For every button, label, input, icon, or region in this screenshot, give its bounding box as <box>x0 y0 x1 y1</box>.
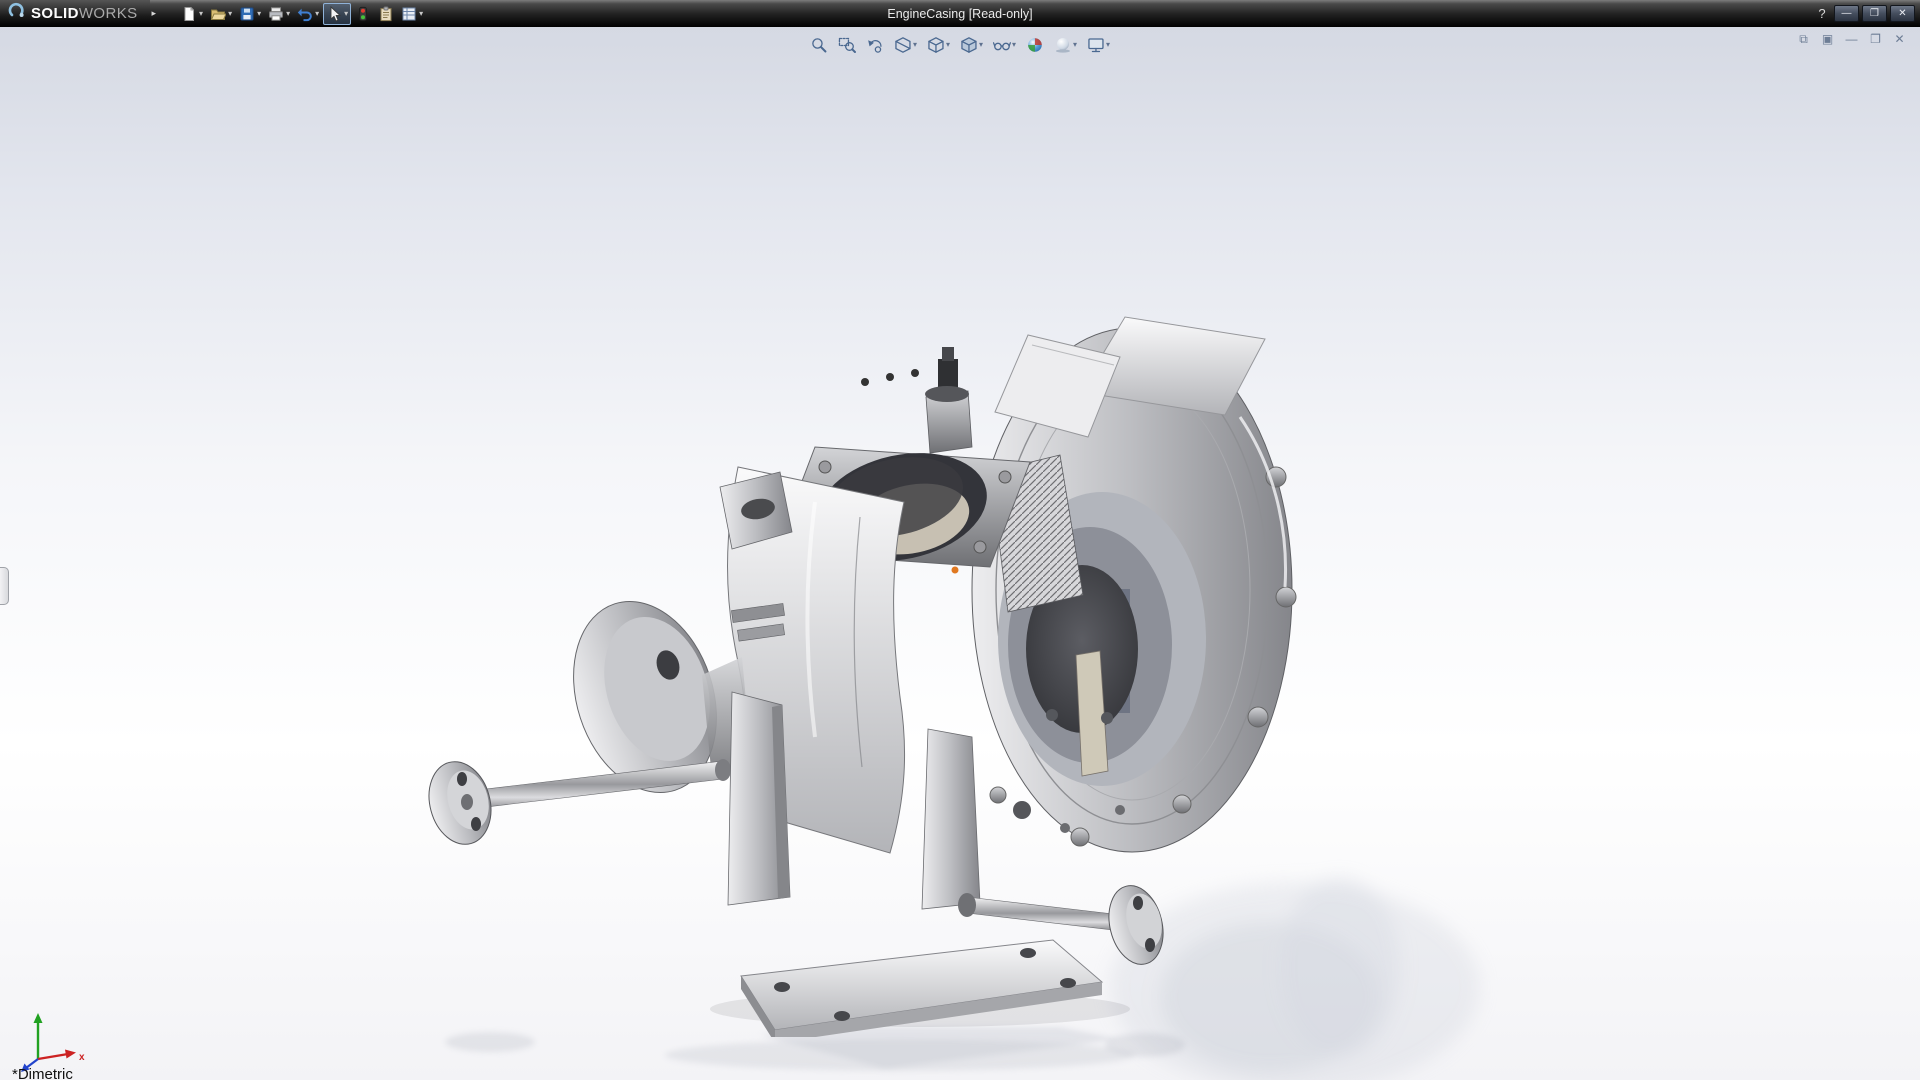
zoom-to-fit-icon <box>810 36 828 54</box>
view-orientation-button[interactable]: ▾ <box>924 34 953 56</box>
view-orientation-cube-icon <box>927 36 945 54</box>
edit-appearance-button[interactable] <box>1023 34 1047 56</box>
previous-view-icon <box>866 36 884 54</box>
open-document-button[interactable]: ▾ <box>207 3 235 25</box>
print-button[interactable]: ▾ <box>265 3 293 25</box>
new-document-button[interactable]: ▾ <box>178 3 206 25</box>
dropdown-caret-icon[interactable]: ▾ <box>419 9 423 18</box>
dropdown-caret-icon[interactable]: ▾ <box>199 9 203 18</box>
rebuild-button[interactable] <box>352 3 374 25</box>
zoom-to-fit-button[interactable] <box>807 34 831 56</box>
close-button[interactable]: ✕ <box>1890 5 1915 22</box>
file-properties-icon <box>378 6 394 22</box>
dropdown-caret-icon[interactable]: ▾ <box>228 9 232 18</box>
print-icon <box>268 6 284 22</box>
document-title: EngineCasing [Read-only] <box>887 6 1033 21</box>
rebuild-traffic-light-icon <box>355 6 371 22</box>
select-button[interactable]: ▾ <box>323 2 352 25</box>
options-icon <box>401 6 417 22</box>
apply-scene-button[interactable]: ▾ <box>1051 34 1080 56</box>
window-controls: ? — ❐ ✕ <box>1813 0 1915 27</box>
brand-text: SOLIDWORKS <box>31 5 138 22</box>
select-cursor-icon <box>326 5 342 22</box>
save-icon <box>239 6 255 22</box>
doc-restore-button[interactable]: ❐ <box>1867 33 1884 45</box>
previous-view-button[interactable] <box>863 34 887 56</box>
doc-close-button[interactable]: ✕ <box>1891 33 1908 45</box>
switch-window-button[interactable]: ⧉ <box>1795 33 1812 45</box>
menu-expand-arrow-icon[interactable]: ▸ <box>152 8 157 19</box>
solidworks-3ds-logo-icon <box>8 2 26 25</box>
zoom-to-area-icon <box>838 36 856 54</box>
graphics-area[interactable]: ▾ ▾ ▾ ▾ ▾ ▾ ⧉ ▣ — ❐ ✕ x *Dimetric <box>0 27 1920 1080</box>
save-button[interactable]: ▾ <box>236 3 264 25</box>
titlebar: SOLIDWORKS ▸ ▾ ▾ ▾ ▾ ▾ ▾ ▾ EngineCasing … <box>0 0 1920 27</box>
engine-casing-model[interactable] <box>420 297 1300 1037</box>
dropdown-caret-icon[interactable]: ▾ <box>913 41 917 49</box>
section-view-button[interactable]: ▾ <box>891 34 920 56</box>
appearance-ball-icon <box>1026 36 1044 54</box>
brand-bold: SOLID <box>31 5 79 22</box>
dropdown-caret-icon[interactable]: ▾ <box>1073 41 1077 49</box>
options-button[interactable]: ▾ <box>398 3 426 25</box>
dropdown-caret-icon[interactable]: ▾ <box>344 9 348 18</box>
view-settings-icon <box>1087 36 1105 54</box>
display-style-cube-icon <box>960 36 978 54</box>
dropdown-caret-icon[interactable]: ▾ <box>979 41 983 49</box>
minimize-button[interactable]: — <box>1834 5 1859 22</box>
document-window-controls: ⧉ ▣ — ❐ ✕ <box>1795 33 1908 45</box>
open-document-icon <box>210 6 227 22</box>
view-settings-button[interactable]: ▾ <box>1084 34 1113 56</box>
dropdown-caret-icon[interactable]: ▾ <box>315 9 319 18</box>
undo-button[interactable]: ▾ <box>294 3 322 25</box>
brand-light: WORKS <box>78 5 138 22</box>
solidworks-window: SOLIDWORKS ▸ ▾ ▾ ▾ ▾ ▾ ▾ ▾ EngineCasing … <box>0 0 1920 1080</box>
model-spigot[interactable] <box>925 347 973 454</box>
new-document-icon <box>181 6 197 22</box>
triad-x-label: x <box>79 1052 85 1063</box>
feature-panel-collapse-tab[interactable] <box>0 567 9 605</box>
heads-up-view-toolbar: ▾ ▾ ▾ ▾ ▾ ▾ <box>807 34 1113 56</box>
hide-show-items-button[interactable]: ▾ <box>990 34 1019 56</box>
solidworks-brand: SOLIDWORKS <box>0 0 150 27</box>
section-view-icon <box>894 36 912 54</box>
dropdown-caret-icon[interactable]: ▾ <box>286 9 290 18</box>
file-properties-button[interactable] <box>375 3 397 25</box>
help-button[interactable]: ? <box>1813 6 1831 21</box>
zoom-to-area-button[interactable] <box>835 34 859 56</box>
model-front-rod[interactable] <box>420 755 731 852</box>
doc-minimize-button[interactable]: — <box>1843 33 1860 45</box>
main-toolbar: ▾ ▾ ▾ ▾ ▾ ▾ ▾ <box>178 0 426 27</box>
dropdown-caret-icon[interactable]: ▾ <box>946 41 950 49</box>
dropdown-caret-icon[interactable]: ▾ <box>1106 41 1110 49</box>
dropdown-caret-icon[interactable]: ▾ <box>257 9 261 18</box>
glasses-icon <box>993 36 1011 54</box>
selection-point[interactable] <box>951 566 959 574</box>
display-style-button[interactable]: ▾ <box>957 34 986 56</box>
new-window-button[interactable]: ▣ <box>1819 33 1836 45</box>
view-orientation-label: *Dimetric <box>12 1066 73 1080</box>
undo-icon <box>297 6 313 22</box>
dropdown-caret-icon[interactable]: ▾ <box>1012 41 1016 49</box>
scene-sphere-icon <box>1054 36 1072 54</box>
restore-button[interactable]: ❐ <box>1862 5 1887 22</box>
